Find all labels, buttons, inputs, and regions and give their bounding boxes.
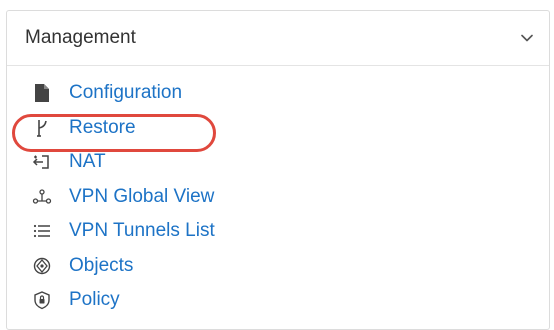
- branch-icon: [32, 118, 52, 138]
- nav-item-restore[interactable]: Restore: [0, 111, 554, 146]
- nav-item-label: NAT: [69, 151, 106, 173]
- panel-title: Management: [25, 27, 136, 48]
- nav-item-objects[interactable]: Objects: [0, 249, 554, 284]
- chevron-down-icon[interactable]: [519, 30, 535, 46]
- list-icon: [32, 221, 52, 241]
- nat-icon: [32, 152, 52, 172]
- nav-item-configuration[interactable]: Configuration: [0, 76, 554, 111]
- nav-item-label: VPN Global View: [69, 185, 215, 207]
- nav-item-label: Objects: [69, 254, 134, 276]
- nav-item-label: Policy: [69, 289, 120, 311]
- network-topology-icon: [32, 187, 52, 207]
- management-panel-header[interactable]: Management: [7, 11, 549, 66]
- nav-item-nat[interactable]: NAT: [0, 145, 554, 180]
- management-nav-list: Configuration Restore NAT VPN Global Vie…: [0, 76, 554, 318]
- nav-item-label: Restore: [69, 116, 136, 138]
- document-icon: [32, 83, 52, 103]
- nav-item-vpn-tunnels-list[interactable]: VPN Tunnels List: [0, 214, 554, 249]
- nav-item-policy[interactable]: Policy: [0, 283, 554, 318]
- nav-item-vpn-global-view[interactable]: VPN Global View: [0, 180, 554, 215]
- nav-item-label: VPN Tunnels List: [69, 220, 215, 242]
- policy-shield-icon: [32, 290, 52, 310]
- objects-icon: [32, 256, 52, 276]
- nav-item-label: Configuration: [69, 82, 183, 104]
